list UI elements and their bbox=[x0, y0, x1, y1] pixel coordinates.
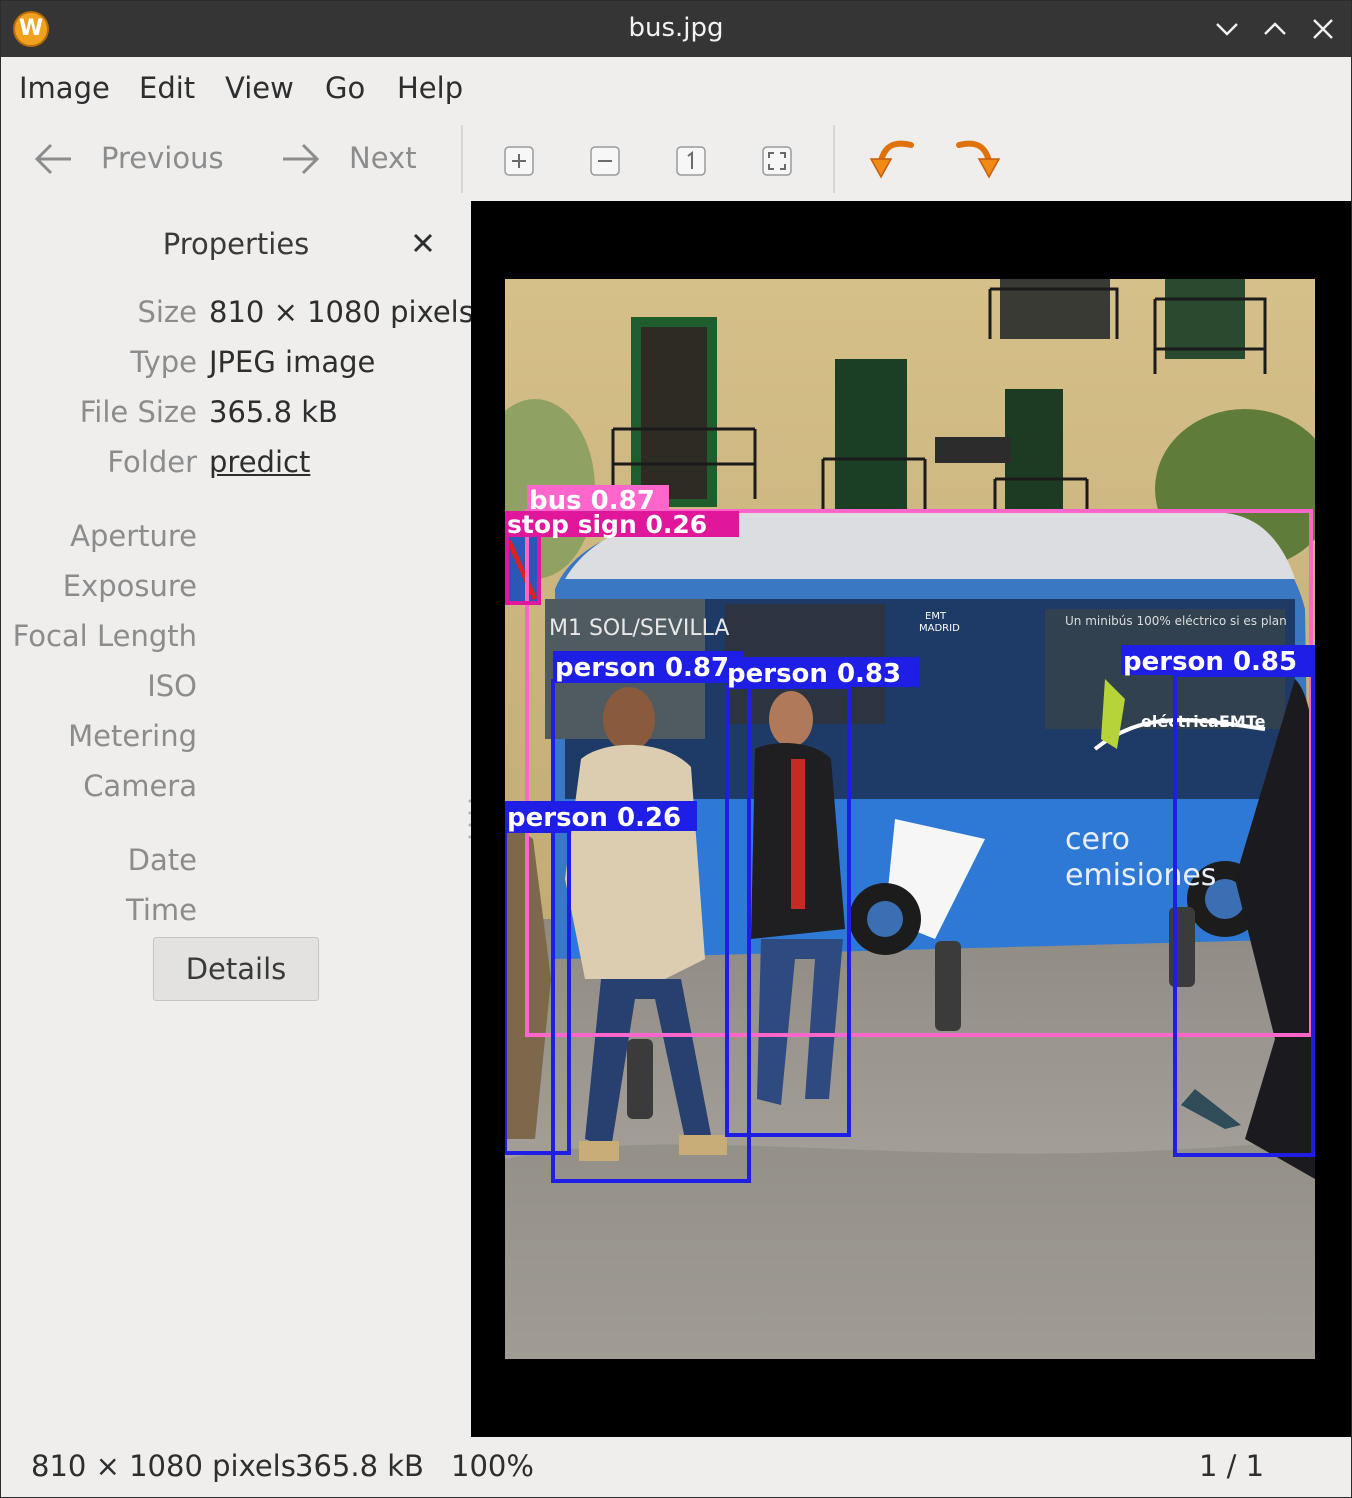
close-icon bbox=[1313, 19, 1333, 39]
shadow bbox=[505, 1139, 1315, 1359]
folder-link[interactable]: predict bbox=[209, 445, 310, 479]
bus-destination-text: M1 SOL/SEVILLA bbox=[549, 616, 729, 641]
street-sign bbox=[935, 437, 1011, 463]
zoom-original-icon bbox=[676, 146, 706, 176]
properties-title: Properties bbox=[162, 227, 310, 261]
menu-view[interactable]: View bbox=[225, 71, 294, 105]
detection-label: person 0.83 bbox=[727, 659, 901, 689]
type-label: Type bbox=[130, 345, 197, 379]
chevron-up-icon bbox=[1264, 22, 1286, 35]
previous-button[interactable]: Previous bbox=[101, 141, 224, 175]
image-viewer-area[interactable]: M1 SOL/SEVILLA Un minibús 100% eléctrico… bbox=[471, 201, 1351, 1437]
next-button[interactable]: Next bbox=[349, 141, 417, 175]
zoom-out-button[interactable] bbox=[589, 145, 621, 177]
rotate-left-button[interactable] bbox=[867, 133, 915, 183]
previous-arrow-icon[interactable] bbox=[31, 139, 75, 179]
toolbar-separator bbox=[461, 125, 463, 193]
zoom-normal-button[interactable] bbox=[675, 145, 707, 177]
file-size-label: File Size bbox=[79, 395, 197, 429]
toolbar-separator bbox=[833, 125, 835, 193]
title-bar[interactable]: W bus.jpg bbox=[1, 1, 1351, 57]
close-icon bbox=[413, 233, 433, 253]
close-window-button[interactable] bbox=[1305, 11, 1341, 47]
building-window bbox=[835, 359, 907, 509]
madrid-logo-text: MADRID bbox=[919, 623, 960, 634]
image-viewer-window: W bus.jpg Image Edit View Go Help Previo… bbox=[0, 0, 1352, 1498]
bollard bbox=[935, 941, 961, 1031]
menu-bar: Image Edit View Go Help bbox=[1, 57, 1351, 119]
zoom-out-icon bbox=[590, 146, 620, 176]
size-value: 810 × 1080 pixels bbox=[209, 295, 474, 329]
menu-help[interactable]: Help bbox=[397, 71, 463, 105]
status-bar: 810 × 1080 pixels 365.8 kB 100% 1 / 1 bbox=[1, 1437, 1351, 1497]
detection-label: stop sign 0.26 bbox=[507, 510, 707, 539]
menu-edit[interactable]: Edit bbox=[139, 71, 195, 105]
metering-label: Metering bbox=[68, 719, 197, 753]
details-button[interactable]: Details bbox=[153, 937, 319, 1001]
rotate-right-icon bbox=[956, 140, 1001, 179]
status-dimensions: 810 × 1080 pixels bbox=[31, 1449, 296, 1483]
type-value: JPEG image bbox=[209, 345, 376, 379]
zoom-fit-button[interactable] bbox=[761, 145, 793, 177]
detection-label: person 0.26 bbox=[507, 803, 681, 833]
bollard bbox=[627, 1039, 653, 1119]
size-label: Size bbox=[137, 295, 197, 329]
emt-logo-text: EMT bbox=[925, 611, 947, 622]
status-zoom: 100% bbox=[451, 1449, 534, 1483]
window-title: bus.jpg bbox=[628, 13, 724, 43]
status-image-position: 1 / 1 bbox=[1199, 1449, 1265, 1483]
zoom-in-button[interactable] bbox=[503, 145, 535, 177]
rotate-right-button[interactable] bbox=[955, 133, 1003, 183]
close-sidebar-button[interactable] bbox=[407, 227, 439, 259]
bus-slogan-text: Un minibús 100% eléctrico si es plan bbox=[1065, 614, 1287, 628]
rotate-left-icon bbox=[869, 140, 914, 179]
date-label: Date bbox=[127, 843, 197, 877]
folder-label: Folder bbox=[107, 445, 197, 479]
electrica-text: eléctricaEMTe bbox=[1141, 712, 1266, 731]
building-window bbox=[1005, 389, 1063, 509]
toolbar: Previous Next bbox=[1, 119, 1351, 201]
time-label: Time bbox=[126, 893, 197, 927]
properties-sidebar: Properties Size 810 × 1080 pixels Type J… bbox=[1, 201, 474, 1437]
aperture-label: Aperture bbox=[70, 519, 197, 553]
zoom-fit-icon bbox=[762, 146, 792, 176]
photo: M1 SOL/SEVILLA Un minibús 100% eléctrico… bbox=[505, 279, 1315, 1359]
detection-label: person 0.85 bbox=[1123, 647, 1297, 677]
minimize-button[interactable] bbox=[1209, 11, 1245, 47]
bus-photo-with-detections: M1 SOL/SEVILLA Un minibús 100% eléctrico… bbox=[505, 279, 1315, 1359]
detection-label: person 0.87 bbox=[555, 653, 729, 683]
building-window bbox=[641, 327, 707, 499]
iso-label: ISO bbox=[147, 669, 197, 703]
bollard bbox=[1169, 907, 1195, 987]
chevron-down-icon bbox=[1216, 23, 1238, 36]
camera-label: Camera bbox=[83, 769, 197, 803]
menu-image[interactable]: Image bbox=[19, 71, 110, 105]
focal-length-label: Focal Length bbox=[12, 619, 197, 653]
building-window bbox=[1165, 279, 1245, 359]
menu-go[interactable]: Go bbox=[325, 71, 365, 105]
zoom-in-icon bbox=[504, 146, 534, 176]
cero-text: cero bbox=[1065, 822, 1130, 857]
file-size-value: 365.8 kB bbox=[209, 395, 338, 429]
status-file-size: 365.8 kB bbox=[295, 1449, 424, 1483]
next-arrow-icon[interactable] bbox=[279, 139, 323, 179]
exposure-label: Exposure bbox=[62, 569, 197, 603]
maximize-button[interactable] bbox=[1257, 11, 1293, 47]
emisiones-text: emisiones bbox=[1065, 858, 1216, 893]
